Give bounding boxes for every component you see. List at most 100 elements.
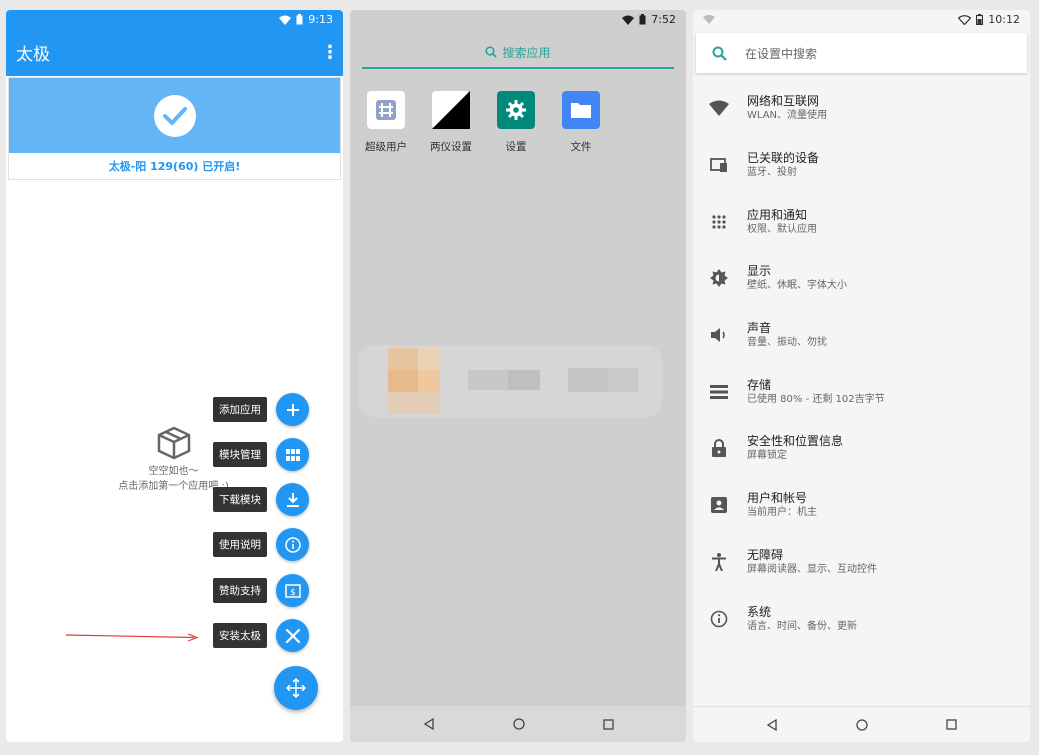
settings-item-accounts[interactable]: 用户和帐号 当前用户：机主 <box>693 477 1030 534</box>
search-placeholder: 在设置中搜索 <box>745 46 818 61</box>
settings-item-devices[interactable]: 已关联的设备 蓝牙、投射 <box>693 137 1030 194</box>
item-subtitle: 当前用户：机主 <box>747 507 817 519</box>
item-title: 安全性和位置信息 <box>747 434 844 449</box>
settings-screen: 10:12 在设置中搜索 网络和互联网 WLAN、流量使用 已关联的设备 蓝牙、投射… <box>693 10 1030 742</box>
account-icon <box>709 495 729 515</box>
fab-label: 赞助支持 <box>213 578 267 603</box>
fab-label: 模块管理 <box>213 442 267 467</box>
wifi-icon <box>709 98 729 118</box>
app-search-bar[interactable]: 搜索应用 <box>362 37 674 69</box>
signal-icon <box>703 15 715 24</box>
settings-list: 网络和互联网 WLAN、流量使用 已关联的设备 蓝牙、投射 应用和通知 权限、默认应用… <box>693 80 1030 647</box>
fab-label: 安装太极 <box>213 623 267 648</box>
brightness-icon <box>709 268 729 288</box>
item-subtitle: 语言、时间、备份、更新 <box>747 620 857 632</box>
back-icon[interactable] <box>766 718 778 731</box>
recents-icon[interactable] <box>602 718 614 730</box>
app-label: 设置 <box>505 141 527 153</box>
status-time: 10:12 <box>988 13 1020 26</box>
item-subtitle: 屏幕阅读器、显示、互动控件 <box>747 563 877 575</box>
info-icon <box>709 609 729 629</box>
annotation-arrow <box>66 633 199 642</box>
status-time: 9:13 <box>308 13 333 26</box>
tools-icon[interactable] <box>276 619 309 652</box>
status-bar: 7:52 <box>350 10 686 29</box>
pixelated-redaction <box>358 345 662 417</box>
fab-label: 下载模块 <box>213 487 267 512</box>
check-icon <box>153 94 196 137</box>
storage-icon <box>709 382 729 402</box>
wifi-icon <box>622 15 635 25</box>
folder-icon <box>562 91 600 129</box>
fab-add-app[interactable]: 添加应用 <box>213 393 309 426</box>
download-icon[interactable] <box>276 483 309 516</box>
back-icon[interactable] <box>423 718 435 730</box>
app-settings[interactable]: 设置 <box>496 91 536 154</box>
item-title: 应用和通知 <box>747 207 808 222</box>
recents-icon[interactable] <box>946 719 957 730</box>
settings-item-network[interactable]: 网络和互联网 WLAN、流量使用 <box>693 80 1030 137</box>
settings-item-system[interactable]: 系统 语言、时间、备份、更新 <box>693 590 1030 647</box>
plus-icon[interactable] <box>276 393 309 426</box>
fab-label: 添加应用 <box>213 397 267 422</box>
settings-item-accessibility[interactable]: 无障碍 屏幕阅读器、显示、互动控件 <box>693 534 1030 591</box>
app-title: 太极 <box>16 45 50 65</box>
fab-download-module[interactable]: 下载模块 <box>213 483 309 516</box>
status-message: 太极-阳 129(60) 已开启! <box>108 160 241 173</box>
move-arrows-icon <box>286 678 306 698</box>
app-liangyi-settings[interactable]: 两仪设置 <box>430 91 472 154</box>
app-bar: 太极 ⋮ <box>6 29 343 76</box>
item-subtitle: 权限、默认应用 <box>747 223 817 235</box>
item-subtitle: 壁纸、休眠、字体大小 <box>747 280 847 292</box>
status-banner <box>9 78 340 153</box>
fab-install-taichi[interactable]: 安装太极 <box>213 619 309 652</box>
item-title: 系统 <box>747 604 772 619</box>
app-label: 文件 <box>570 141 592 153</box>
main-fab-button[interactable] <box>274 666 318 710</box>
item-subtitle: WLAN、流量使用 <box>747 110 828 122</box>
liangyi-icon <box>432 91 470 129</box>
item-title: 声音 <box>747 321 772 336</box>
settings-item-security[interactable]: 安全性和位置信息 屏幕锁定 <box>693 420 1030 477</box>
money-icon[interactable]: $ <box>276 574 309 607</box>
status-bar: 9:13 <box>6 10 343 29</box>
navigation-bar <box>350 706 686 742</box>
lock-icon <box>709 438 729 458</box>
accessibility-icon <box>709 552 729 572</box>
fab-module-manage[interactable]: 模块管理 <box>213 438 309 471</box>
settings-item-storage[interactable]: 存储 已使用 80% - 还剩 102吉字节 <box>693 363 1030 420</box>
item-subtitle: 屏幕锁定 <box>747 450 787 462</box>
fab-sponsor[interactable]: 赞助支持 $ <box>213 574 309 607</box>
home-icon[interactable] <box>512 718 525 730</box>
volume-icon <box>709 325 729 345</box>
home-icon[interactable] <box>856 718 868 731</box>
item-title: 显示 <box>747 264 772 279</box>
settings-item-display[interactable]: 显示 壁纸、休眠、字体大小 <box>693 250 1030 307</box>
empty-box-icon <box>157 426 191 460</box>
app-label: 超级用户 <box>365 141 407 153</box>
item-title: 存储 <box>747 377 772 392</box>
wifi-icon <box>279 15 292 25</box>
svg-text:$: $ <box>290 588 296 598</box>
settings-item-apps[interactable]: 应用和通知 权限、默认应用 <box>693 193 1030 250</box>
search-icon <box>485 46 498 58</box>
grid-icon[interactable] <box>276 438 309 471</box>
settings-gear-icon <box>497 91 535 129</box>
battery-icon <box>639 14 646 25</box>
settings-item-sound[interactable]: 声音 音量、振动、勿扰 <box>693 307 1030 364</box>
app-superuser[interactable]: 超级用户 <box>365 91 407 154</box>
battery-icon <box>296 14 303 25</box>
settings-search-bar[interactable]: 在设置中搜索 <box>696 33 1027 73</box>
search-label: 搜索应用 <box>502 45 551 60</box>
status-bar: 10:12 <box>693 10 1030 29</box>
app-grid: 超级用户 两仪设置 设置 文件 <box>350 69 686 154</box>
launcher-app-drawer: 7:52 搜索应用 超级用户 两仪设置 设置 文件 <box>350 10 686 742</box>
search-icon <box>712 46 727 61</box>
fab-instructions[interactable]: 使用说明 <box>213 528 309 561</box>
overflow-menu-icon[interactable]: ⋮ <box>321 42 339 63</box>
info-icon[interactable] <box>276 528 309 561</box>
item-title: 用户和帐号 <box>747 491 808 506</box>
app-files[interactable]: 文件 <box>561 91 601 154</box>
navigation-bar <box>693 706 1030 742</box>
fab-label: 使用说明 <box>213 532 267 557</box>
